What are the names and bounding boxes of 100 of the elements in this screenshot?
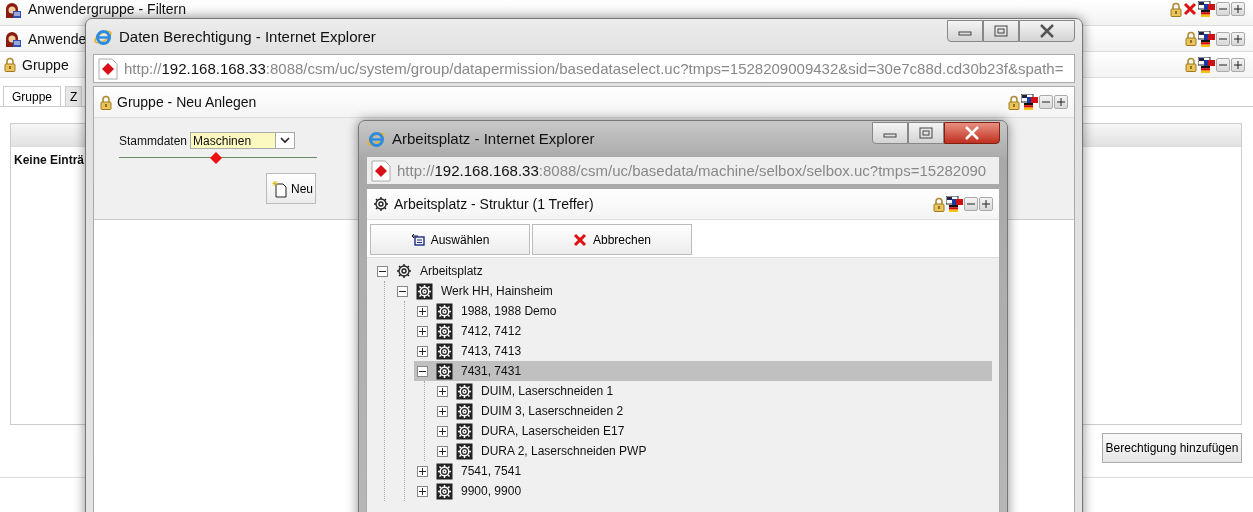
flag-icon[interactable] xyxy=(1021,94,1038,110)
tree-item[interactable]: Werk HH, Hainsheim xyxy=(394,281,992,301)
master-data-dropdown[interactable]: Maschinen xyxy=(190,132,296,149)
expand-toggle[interactable] xyxy=(417,305,428,317)
tree-item[interactable]: 7541, 7541 xyxy=(414,461,992,481)
expand-toggle[interactable] xyxy=(437,385,448,397)
delete-icon[interactable] xyxy=(1183,2,1197,16)
tree-item[interactable]: 1988, 1988 Demo xyxy=(414,301,992,321)
minimize-button[interactable] xyxy=(872,122,908,144)
tree-item[interactable]: 7431, 7431 xyxy=(414,361,992,381)
machine-icon xyxy=(436,462,453,480)
close-button[interactable] xyxy=(944,122,1000,144)
lock-icon xyxy=(100,94,112,110)
gear-icon xyxy=(396,263,412,279)
expand-toggle[interactable] xyxy=(417,465,428,477)
url-text: http://192.168.168.33:8088/csm/uc/system/group/datapermission/basedataselect.uc?tmps=1528209009432&sid=30e7c88d.cd30b23f&spath= xyxy=(124,60,1064,77)
expand-toggle[interactable] xyxy=(437,445,448,457)
panel-title: Anwende xyxy=(28,30,87,47)
close-icon xyxy=(964,126,980,140)
flag-icon[interactable] xyxy=(1198,30,1215,47)
plus-icon xyxy=(419,327,426,335)
tree-item[interactable]: 7412, 7412 xyxy=(414,321,992,341)
cancel-button[interactable]: Abbrechen xyxy=(532,224,692,255)
flag-icon[interactable] xyxy=(1198,1,1215,17)
plus-icon xyxy=(419,307,426,315)
tree-item[interactable]: 9900, 9900 xyxy=(414,481,992,501)
expand-button[interactable] xyxy=(979,197,993,211)
new-button[interactable]: Neu xyxy=(266,173,316,204)
collapse-button[interactable] xyxy=(1216,31,1230,46)
add-permission-button[interactable]: Berechtigung hinzufügen xyxy=(1102,433,1242,463)
list-select-icon xyxy=(410,233,425,246)
lock-icon xyxy=(1185,31,1197,46)
lock-icon xyxy=(933,196,945,212)
plus-icon xyxy=(419,487,426,495)
plus-icon xyxy=(1234,5,1242,13)
plus-icon xyxy=(439,427,446,435)
tab[interactable]: Gruppe xyxy=(3,86,62,106)
machine-icon xyxy=(456,382,473,400)
expand-button[interactable] xyxy=(1231,57,1245,72)
machine-icon xyxy=(436,302,453,320)
chevron-down-icon xyxy=(280,137,291,144)
user-group-icon xyxy=(4,29,22,48)
plus-icon xyxy=(439,447,446,455)
maximize-icon xyxy=(919,127,933,139)
machine-icon xyxy=(456,442,473,460)
close-icon xyxy=(1039,24,1055,38)
panel-title: Anwendergruppe - Filtern xyxy=(28,1,186,17)
lock-icon xyxy=(1008,94,1020,110)
field-label: Stammdaten xyxy=(119,133,188,148)
expand-toggle[interactable] xyxy=(417,325,428,337)
address-bar[interactable]: http://192.168.168.33:8088/csm/uc/basedata/machine/selbox/selbox.uc?tmps=15282090 xyxy=(366,156,1000,185)
gear-icon xyxy=(373,196,389,212)
tree-item[interactable]: DURA 2, Laserschneiden PWP xyxy=(434,441,992,461)
tree-item[interactable]: 7413, 7413 xyxy=(414,341,992,361)
expand-toggle[interactable] xyxy=(437,405,448,417)
lock-icon xyxy=(4,57,16,72)
lock-icon xyxy=(1185,57,1197,72)
tree-item[interactable]: Arbeitsplatz xyxy=(374,261,992,281)
collapse-button[interactable] xyxy=(1216,57,1230,72)
empty-message: Keine Einträ xyxy=(14,153,85,167)
expand-toggle[interactable] xyxy=(417,345,428,357)
plus-icon xyxy=(439,387,446,395)
maximize-button[interactable] xyxy=(908,122,944,144)
url-text: http://192.168.168.33:8088/csm/uc/basedata/machine/selbox/selbox.uc?tmps=15282090 xyxy=(397,162,987,179)
tree-item[interactable]: DURA, Laserscheiden E17 xyxy=(434,421,992,441)
expand-button[interactable] xyxy=(1054,95,1068,109)
machine-icon xyxy=(416,282,433,300)
flag-icon[interactable] xyxy=(1198,56,1215,73)
slider-thumb[interactable] xyxy=(210,152,222,164)
panel-title: Gruppe xyxy=(22,56,69,73)
minus-icon xyxy=(967,200,975,208)
plus-icon xyxy=(439,407,446,415)
plus-icon xyxy=(982,200,990,208)
machine-icon xyxy=(436,482,453,500)
machine-icon xyxy=(456,422,473,440)
user-group-icon xyxy=(4,1,22,19)
delete-icon[interactable] xyxy=(572,232,587,247)
page-icon xyxy=(371,159,391,182)
tree-item[interactable]: DUIM, Laserschneiden 1 xyxy=(434,381,992,401)
collapse-toggle[interactable] xyxy=(417,365,428,377)
minus-icon xyxy=(1042,98,1050,106)
collapse-toggle[interactable] xyxy=(377,265,388,277)
flag-icon[interactable] xyxy=(946,196,963,212)
tree-item[interactable]: DUIM 3, Laserschneiden 2 xyxy=(434,401,992,421)
expand-toggle[interactable] xyxy=(417,485,428,497)
expand-button[interactable] xyxy=(1231,2,1245,16)
machine-icon xyxy=(436,322,453,340)
new-document-icon xyxy=(271,179,288,198)
collapse-toggle[interactable] xyxy=(397,285,408,297)
expand-toggle[interactable] xyxy=(437,425,448,437)
window-title: Arbeitsplatz - Internet Explorer xyxy=(392,130,595,147)
tab[interactable]: Z xyxy=(65,86,83,106)
plus-icon xyxy=(1234,34,1242,43)
machine-icon xyxy=(436,362,453,380)
panel-title: Gruppe - Neu Anlegen xyxy=(117,94,257,110)
machine-icon xyxy=(436,342,453,360)
select-button[interactable]: Auswählen xyxy=(370,224,530,255)
expand-button[interactable] xyxy=(1231,31,1245,46)
minus-icon xyxy=(1219,5,1227,13)
maximize-icon xyxy=(994,25,1008,37)
